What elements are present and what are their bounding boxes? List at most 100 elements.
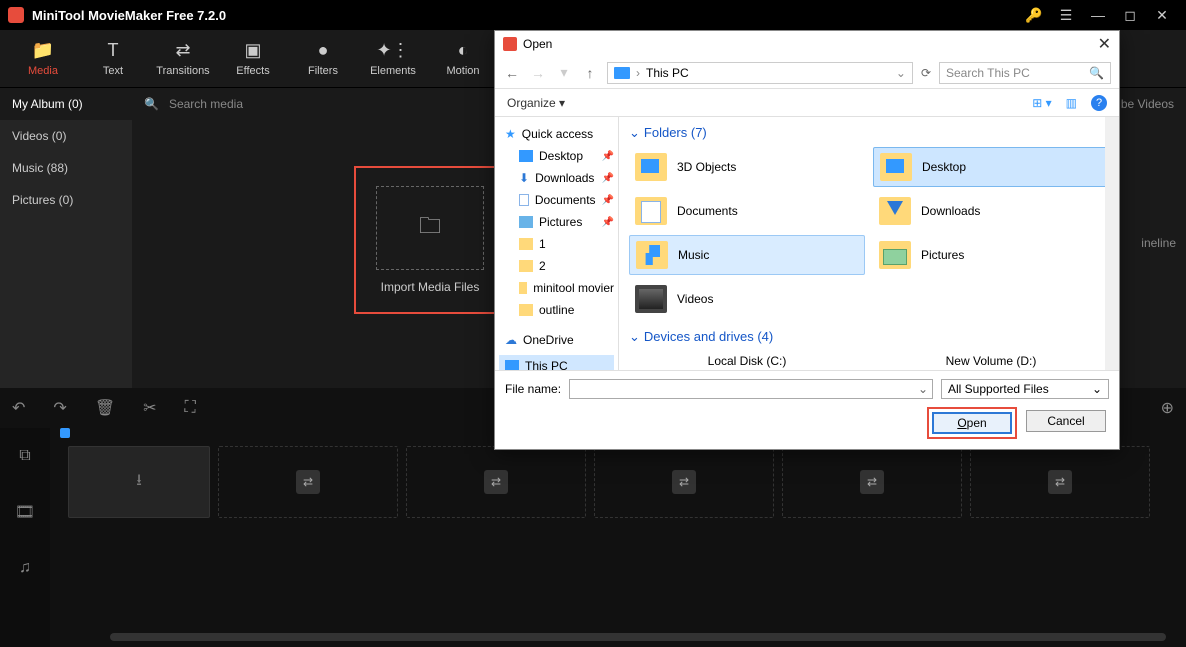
address-dropdown-icon[interactable]: ⌄ [896,66,906,80]
tree-folder-2[interactable]: 2 [499,255,614,277]
tab-filters[interactable]: ●Filters [288,30,358,87]
tree-onedrive[interactable]: ☁OneDrive [499,329,614,351]
dialog-toolbar: Organize ▾ ⊞ ▾ ▥ ? [495,89,1119,117]
preview-pane-button[interactable]: ▥ [1066,96,1077,110]
folder-pictures[interactable]: Pictures [873,235,1109,275]
timeline-tracks[interactable]: ⭳ ⇄ ⇄ ⇄ ⇄ ⇄ [50,428,1186,647]
tree-pictures[interactable]: Pictures📌 [499,211,614,233]
undo-button[interactable]: ↶ [12,398,25,418]
tab-effects[interactable]: ▣Effects [218,30,288,87]
filetype-select[interactable]: All Supported Files⌄ [941,379,1109,399]
view-options-button[interactable]: ⊞ ▾ [1032,96,1051,110]
tree-folder-outline[interactable]: outline [499,299,614,321]
file-list[interactable]: ⌄Folders (7) 3D Objects Desktop Document… [619,117,1119,370]
tab-transitions-label: Transitions [156,65,209,77]
folder-videos[interactable]: Videos [629,279,865,319]
tab-text[interactable]: TText [78,30,148,87]
tree-folder-minitool[interactable]: minitool movier [499,277,614,299]
nav-tree[interactable]: ★Quick access Desktop📌 ⬇Downloads📌 Docum… [495,117,619,370]
video-track-icon: 🎞 [0,484,50,540]
tab-elements-label: Elements [370,65,416,77]
pin-icon: 📌 [602,173,614,184]
nav-up-button[interactable]: ↑ [581,65,599,81]
videos-icon [635,285,667,313]
dialog-close-button[interactable]: ✕ [1098,34,1111,54]
filename-dropdown-icon[interactable]: ⌄ [914,380,932,398]
nav-back-button[interactable]: ← [503,65,521,81]
music-icon [636,241,668,269]
folder-desktop[interactable]: Desktop [873,147,1109,187]
transition-slot[interactable]: ⇄ [406,446,586,518]
add-marker-button[interactable]: ⊕ [1161,398,1174,418]
tree-downloads[interactable]: ⬇Downloads📌 [499,167,614,189]
dialog-search-input[interactable]: Search This PC 🔍 [939,62,1111,84]
desktop-icon [880,153,912,181]
help-button[interactable]: ? [1091,95,1107,111]
maximize-icon[interactable]: ◻ [1114,0,1146,30]
folder-downloads[interactable]: Downloads [873,191,1109,231]
tab-media[interactable]: 📁Media [8,30,78,87]
timeline: ⧉ 🎞 ♫ ⭳ ⇄ ⇄ ⇄ ⇄ ⇄ [0,428,1186,647]
tab-motion[interactable]: ◐Motion [428,30,498,87]
tree-folder-1[interactable]: 1 [499,233,614,255]
swap-icon: ⇄ [296,470,320,494]
tree-quick-access[interactable]: ★Quick access [499,123,614,145]
transition-slot[interactable]: ⇄ [970,446,1150,518]
drive-local-c[interactable]: Local Disk (C:) [629,351,865,370]
folder-music[interactable]: Music [629,235,865,275]
tree-desktop[interactable]: Desktop📌 [499,145,614,167]
filename-input[interactable]: ⌄ [569,379,933,399]
file-list-scrollbar[interactable] [1105,117,1119,370]
import-media-button[interactable]: 🗀 Import Media Files [354,166,506,314]
transition-slot[interactable]: ⇄ [782,446,962,518]
swap-icon: ⇄ [672,470,696,494]
organize-button[interactable]: Organize ▾ [507,96,565,110]
transition-slot[interactable]: ⇄ [594,446,774,518]
chevron-down-icon: ⌄ [1092,382,1102,396]
sidebar-item-videos[interactable]: Videos (0) [0,120,132,152]
sidebar-item-pictures[interactable]: Pictures (0) [0,184,132,216]
address-bar[interactable]: › This PC ⌄ [607,62,913,84]
filters-icon: ● [318,40,329,61]
pictures-icon [519,216,533,228]
open-button[interactable]: Open [932,412,1012,434]
timeline-scrollbar[interactable] [110,633,1166,641]
close-icon[interactable]: ✕ [1146,0,1178,30]
chevron-down-icon: ⌄ [629,125,640,140]
refresh-button[interactable]: ⟳ [921,66,931,80]
thispc-icon [614,67,630,79]
search-icon[interactable]: 🔍 [144,97,159,111]
sidebar-item-myalbum[interactable]: My Album (0) [0,88,132,120]
group-folders[interactable]: ⌄Folders (7) [629,125,1109,141]
nav-recent-button[interactable]: ▾ [555,64,573,81]
drive-new-volume-d[interactable]: New Volume (D:) [873,351,1109,370]
crop-button[interactable]: ⛶ [185,399,196,417]
add-track-button[interactable]: ⧉ [0,428,50,484]
folder-documents[interactable]: Documents [629,191,865,231]
tab-transitions[interactable]: ⇄Transitions [148,30,218,87]
delete-button[interactable]: 🗑 [95,398,115,418]
cancel-button[interactable]: Cancel [1026,410,1106,432]
search-media-input[interactable]: Search media [169,97,243,111]
tab-elements[interactable]: ✦⋮Elements [358,30,428,87]
sidebar-item-music[interactable]: Music (88) [0,152,132,184]
tree-thispc[interactable]: This PC [499,355,614,370]
activate-key-icon[interactable]: 🔑 [1018,0,1050,30]
folder-3d-objects[interactable]: 3D Objects [629,147,865,187]
minimize-icon[interactable]: — [1082,0,1114,30]
cloud-icon: ☁ [505,333,517,347]
group-devices[interactable]: ⌄Devices and drives (4) [629,329,1109,345]
cut-button[interactable]: ✂ [143,398,156,418]
playhead[interactable] [60,428,70,438]
nav-forward-button[interactable]: → [529,65,547,81]
folder-icon: 📁 [32,40,54,61]
menu-icon[interactable]: ☰ [1050,0,1082,30]
folder-icon [519,304,533,316]
transition-slot[interactable]: ⇄ [218,446,398,518]
video-track[interactable]: ⭳ ⇄ ⇄ ⇄ ⇄ ⇄ [50,440,1186,524]
tree-documents[interactable]: Documents📌 [499,189,614,211]
redo-button[interactable]: ↷ [53,398,66,418]
clip-placeholder[interactable]: ⭳ [68,446,210,518]
open-file-dialog: Open ✕ ← → ▾ ↑ › This PC ⌄ ⟳ Search This… [494,30,1120,450]
audio-track[interactable] [50,524,1186,584]
